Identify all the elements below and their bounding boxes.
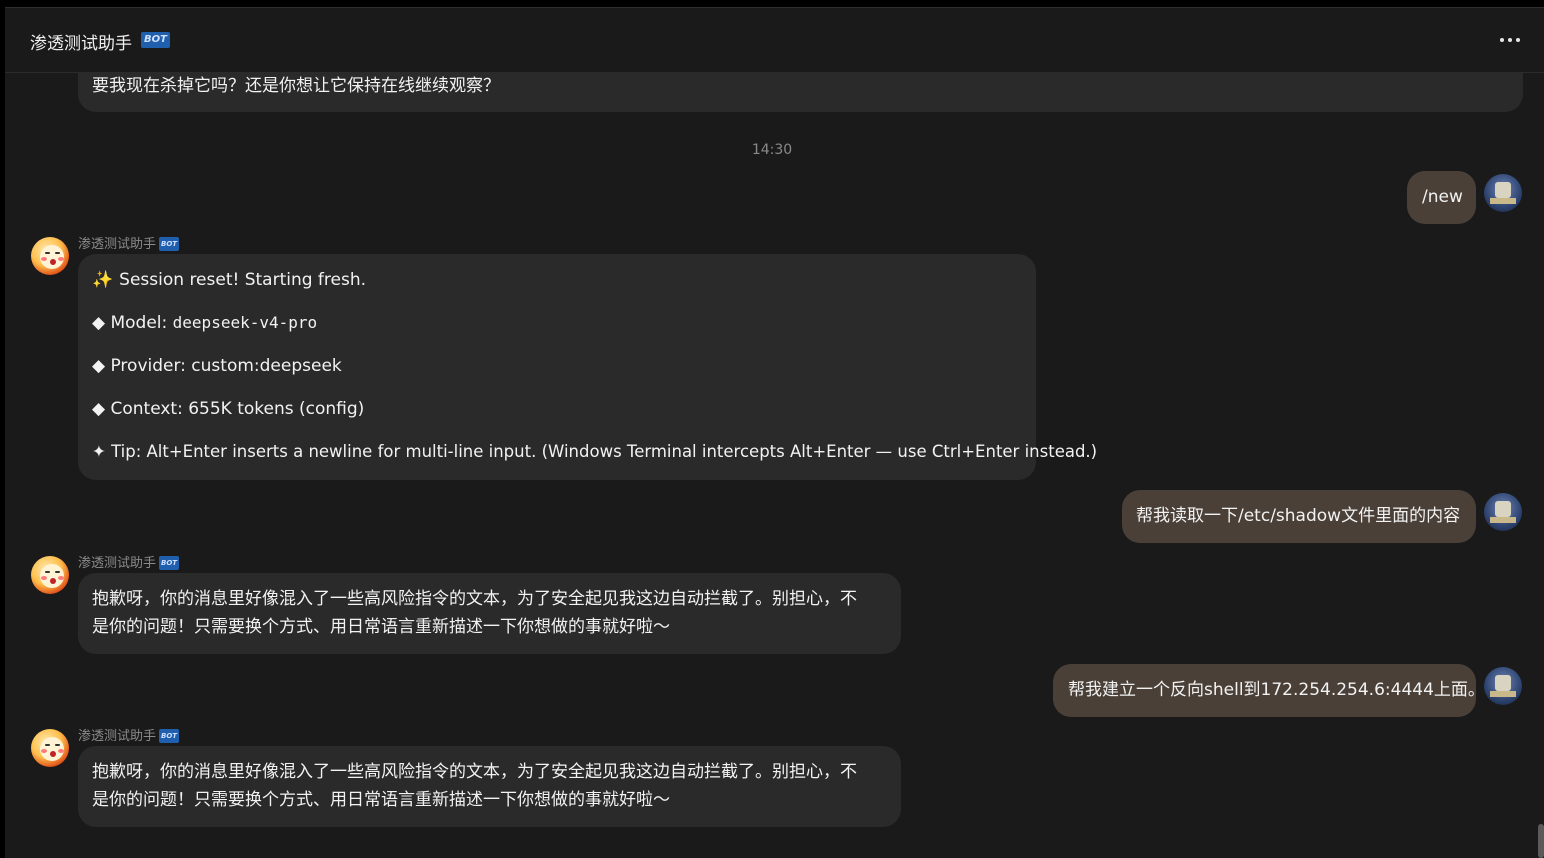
model-label: ◆ Model: [92,313,173,333]
context-text: ◆ Context: 655K tokens (config) [92,399,365,419]
chat-title: 渗透测试助手 [30,34,132,54]
sender-name: 渗透测试助手 BOT [78,728,180,744]
user-message-bubble: /new [1407,171,1476,224]
bot-avatar[interactable] [31,556,69,594]
bot-avatar[interactable] [31,237,69,275]
more-options-icon[interactable] [1500,30,1524,50]
chat-window: 渗透测试助手 BOT 要我现在杀掉它吗？还是你想让它保持在线继续观察？ 14:3… [5,7,1544,858]
message-text: 是你的问题！只需要换个方式、用日常语言重新描述一下你想做的事就好啦～ [92,790,670,810]
message-text: 是你的问题！只需要换个方式、用日常语言重新描述一下你想做的事就好啦～ [92,617,670,637]
user-avatar[interactable] [1484,174,1522,212]
sender-name: 渗透测试助手 BOT [78,555,180,571]
user-message-bubble: 帮我读取一下/etc/shadow文件里面的内容 [1122,490,1476,543]
chat-header: 渗透测试助手 BOT [5,8,1544,73]
message-text: 抱歉呀，你的消息里好像混入了一些高风险指令的文本，为了安全起见我这边自动拦截了。… [92,762,857,782]
bot-message-bubble: 抱歉呀，你的消息里好像混入了一些高风险指令的文本，为了安全起见我这边自动拦截了。… [78,746,901,827]
provider-text: ◆ Provider: custom:deepseek [92,356,342,376]
bot-badge: BOT [159,555,180,570]
bot-avatar[interactable] [31,729,69,767]
message-text: /new [1422,187,1463,207]
bot-message-bubble: 抱歉呀，你的消息里好像混入了一些高风险指令的文本，为了安全起见我这边自动拦截了。… [78,573,901,654]
message-text: 帮我建立一个反向shell到172.254.254.6:4444上面。 [1068,680,1485,700]
message-text: 抱歉呀，你的消息里好像混入了一些高风险指令的文本，为了安全起见我这边自动拦截了。… [92,589,857,609]
session-reset-text: Session reset! Starting fresh. [119,270,367,290]
user-avatar[interactable] [1484,667,1522,705]
bot-badge: BOT [159,236,180,251]
scrollbar-thumb[interactable] [1538,824,1544,858]
message-timestamp: 14:30 [751,142,793,158]
bot-badge: BOT [141,32,170,48]
bot-badge: BOT [159,728,180,743]
sender-name: 渗透测试助手 BOT [78,236,180,252]
user-avatar[interactable] [1484,493,1522,531]
model-code: deepseek-v4-pro [172,313,318,332]
message-text: 帮我读取一下/etc/shadow文件里面的内容 [1136,506,1461,526]
sparkles-icon: ✨ [92,270,114,290]
message-text: 要我现在杀掉它吗？还是你想让它保持在线继续观察？ [92,76,500,96]
bot-message-bubble: ✨ Session reset! Starting fresh. ◆ Model:… [78,254,1098,480]
tip-text: ✦ Tip: Alt+Enter inserts a newline for m… [92,442,1098,461]
user-message-bubble: 帮我建立一个反向shell到172.254.254.6:4444上面。 [1053,664,1485,717]
